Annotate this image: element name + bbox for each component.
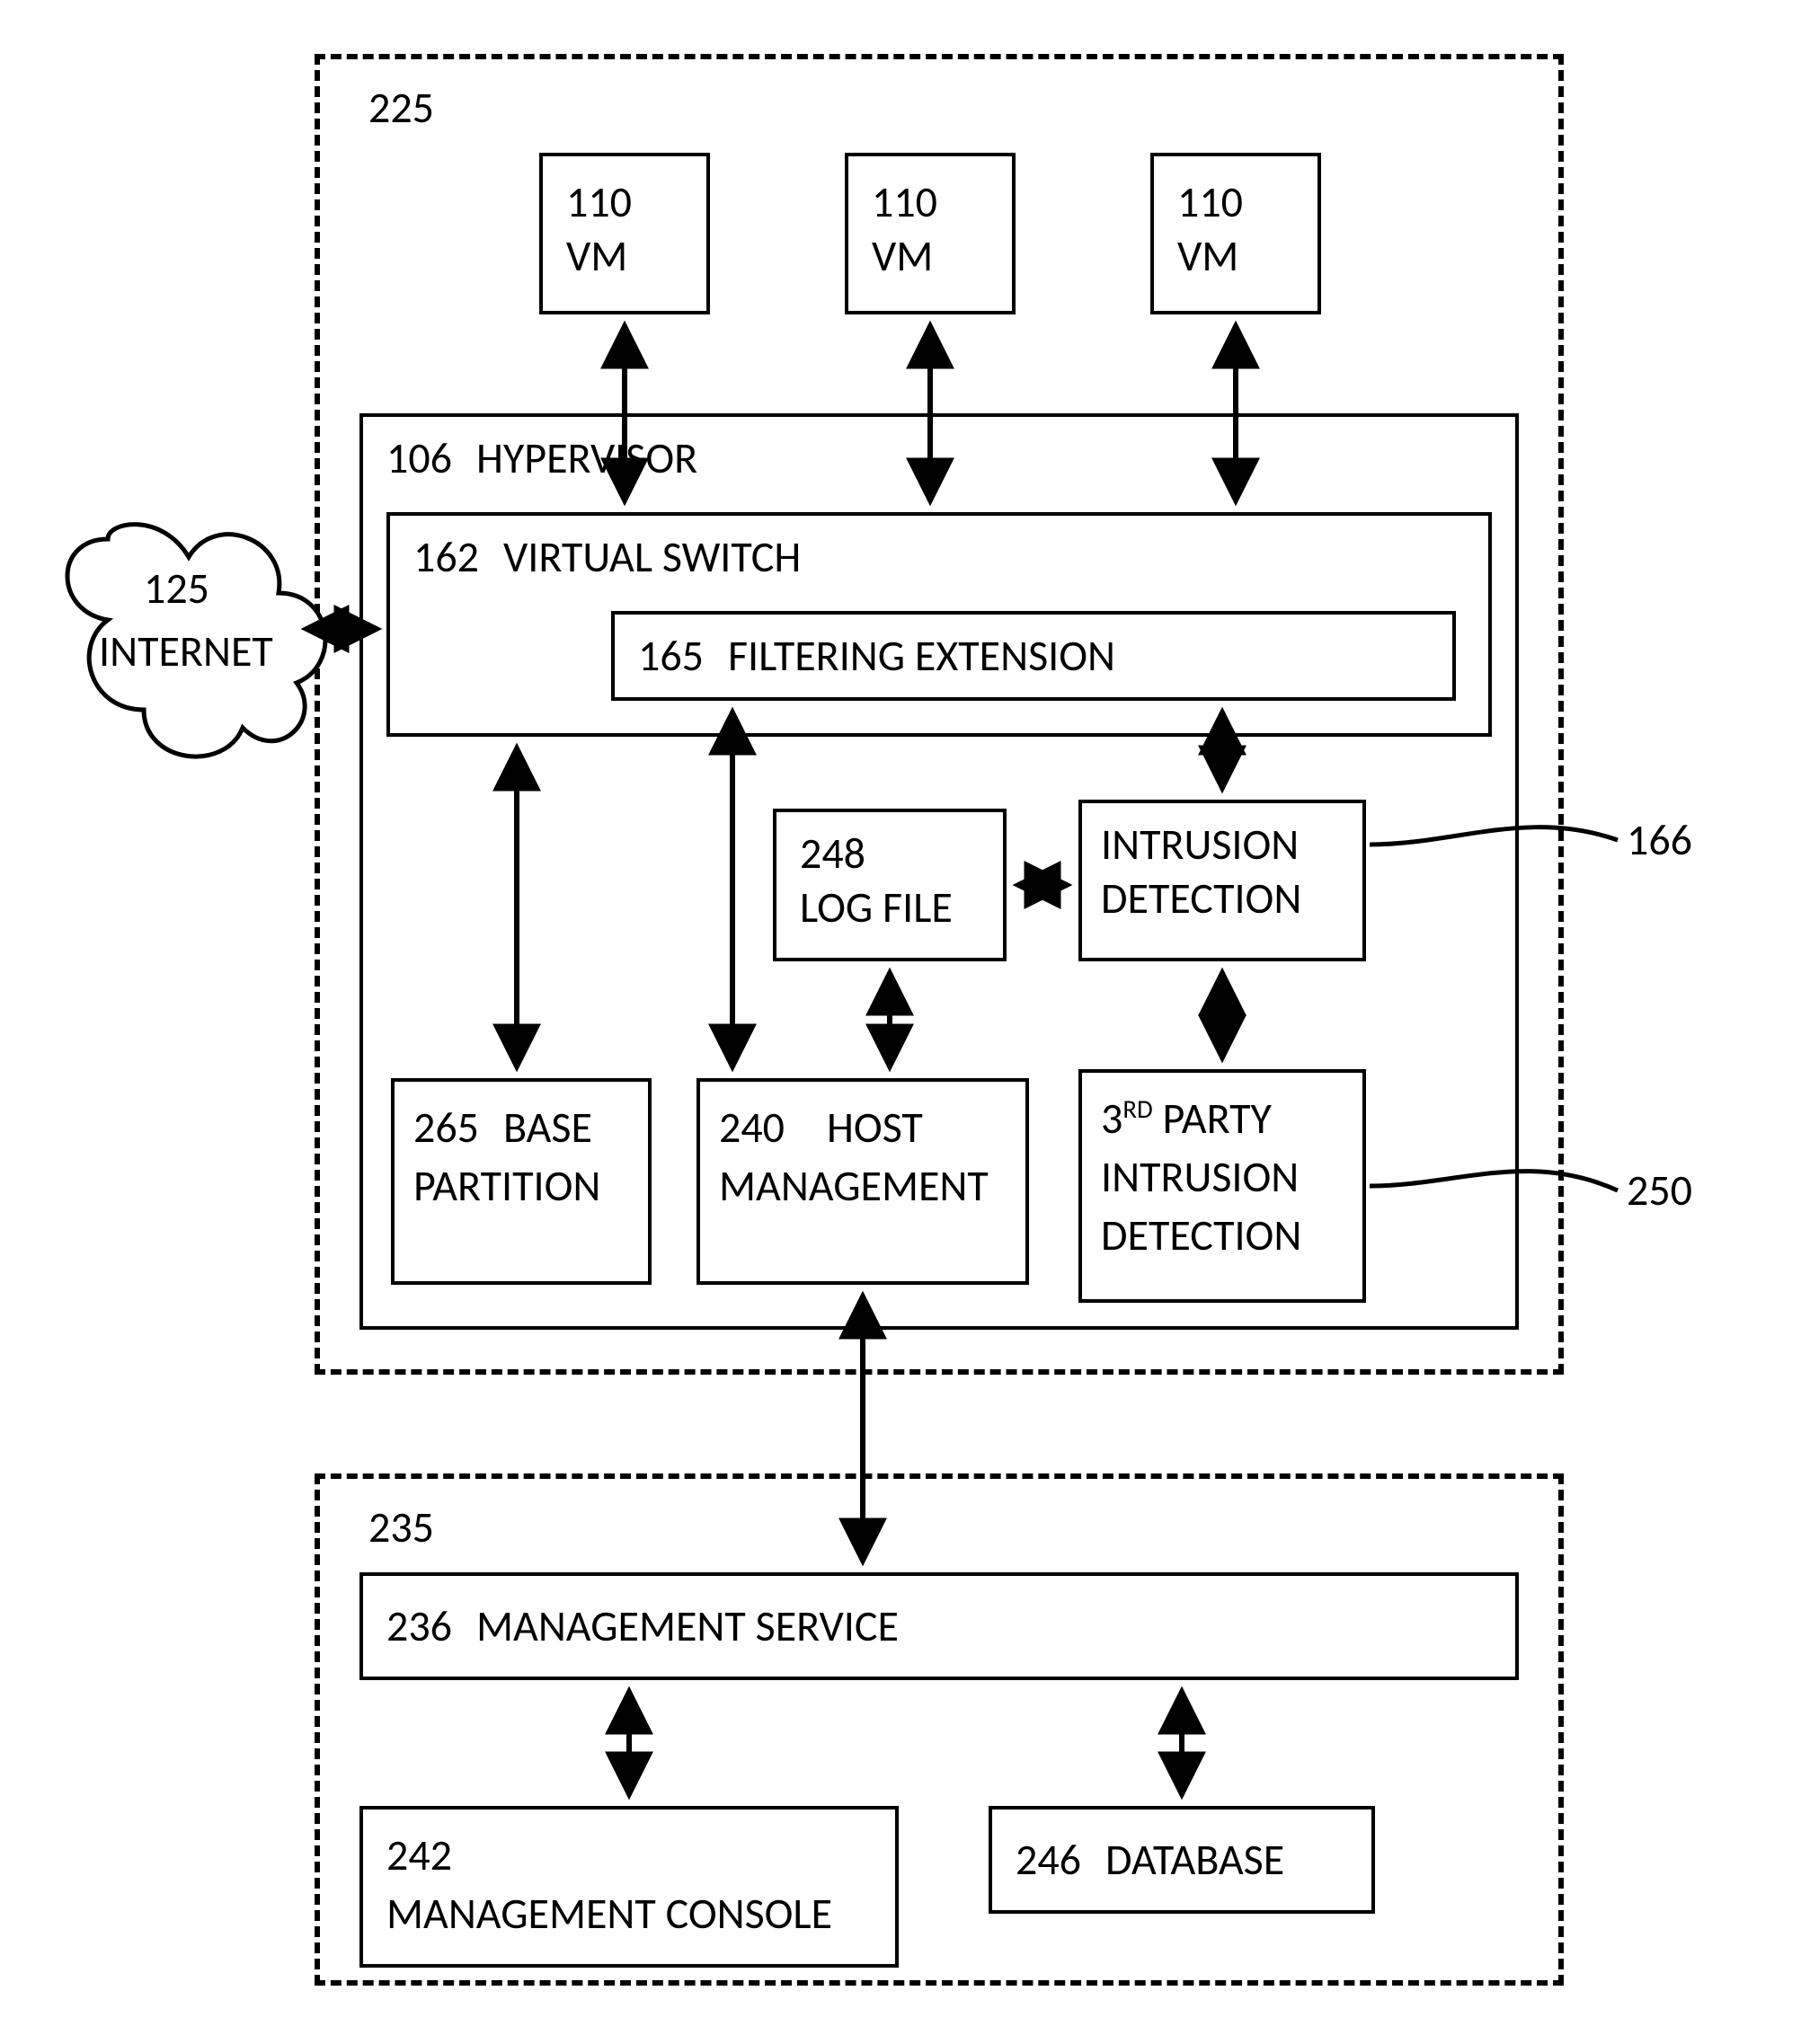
intrusion-line2: DETECTION xyxy=(1101,872,1301,925)
basepart-name2: PARTITION xyxy=(413,1159,600,1213)
thirdparty-line2: INTRUSION xyxy=(1101,1150,1299,1204)
mgmtconsole-name: MANAGEMENT CONSOLE xyxy=(386,1887,832,1941)
intrusion-line1: INTRUSION xyxy=(1101,818,1299,872)
filtering-name: FILTERING EXTENSION xyxy=(728,629,1115,683)
internet-num: 125 xyxy=(144,562,209,615)
internet-name: INTERNET xyxy=(99,624,273,678)
logfile-num: 248 xyxy=(800,827,865,880)
vswitch-num: 162 xyxy=(413,530,479,584)
database-num: 246 xyxy=(1016,1833,1081,1887)
container-225-num: 225 xyxy=(368,81,434,135)
hypervisor-num: 106 xyxy=(386,431,452,485)
logfile-name: LOG FILE xyxy=(800,880,953,934)
diagram-stage: 225 110 VM 110 VM 110 VM 106 HYPERVISOR … xyxy=(0,0,1801,2044)
vswitch-name: VIRTUAL SWITCH xyxy=(503,530,801,584)
container-235-num: 235 xyxy=(368,1500,434,1554)
hostmgmt-num: 240 xyxy=(719,1101,785,1155)
basepart-name1: BASE xyxy=(503,1101,592,1155)
vm3-num: 110 xyxy=(1177,175,1243,229)
callout-166: 166 xyxy=(1627,813,1692,867)
thirdparty-line3: DETECTION xyxy=(1101,1208,1301,1262)
vm1-name: VM xyxy=(566,229,627,283)
vm2-num: 110 xyxy=(872,175,937,229)
mgmtservice-name: MANAGEMENT SERVICE xyxy=(476,1599,899,1653)
vm1-num: 110 xyxy=(566,175,632,229)
hostmgmt-name1: HOST xyxy=(827,1101,923,1155)
callout-250: 250 xyxy=(1627,1164,1692,1217)
vm3-name: VM xyxy=(1177,229,1238,283)
database-name: DATABASE xyxy=(1105,1833,1284,1887)
mgmtservice-num: 236 xyxy=(386,1599,452,1653)
hypervisor-name: HYPERVISOR xyxy=(476,431,697,485)
basepart-num: 265 xyxy=(413,1101,479,1155)
thirdparty-line1: 3RD PARTY xyxy=(1101,1092,1272,1146)
filtering-num: 165 xyxy=(638,629,704,683)
vm2-name: VM xyxy=(872,229,933,283)
hostmgmt-name2: MANAGEMENT xyxy=(719,1159,989,1213)
mgmtconsole-num: 242 xyxy=(386,1828,452,1882)
